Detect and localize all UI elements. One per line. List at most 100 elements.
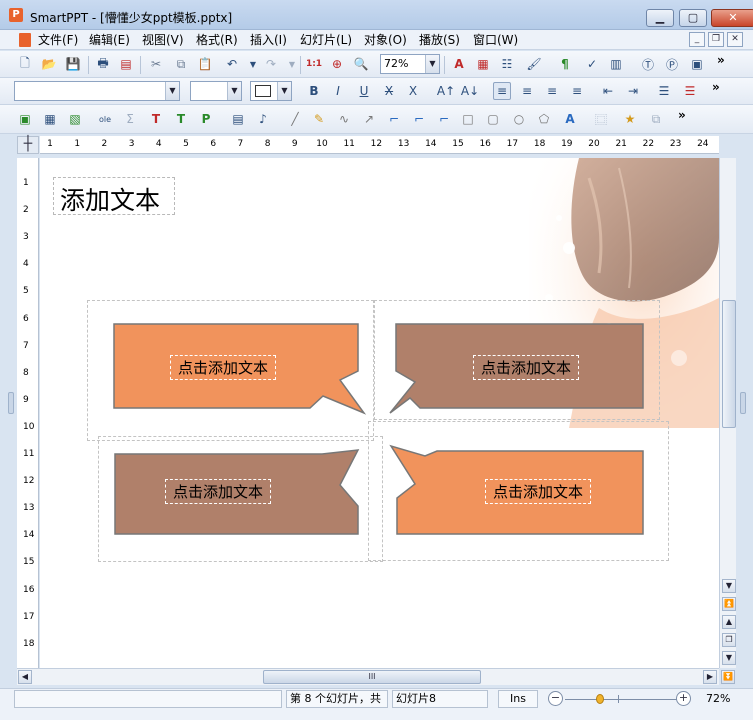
cut-icon[interactable]: ✂ <box>147 55 165 73</box>
bubble-text[interactable]: 点击添加文本 <box>473 355 580 380</box>
list-icon[interactable]: ☷ <box>498 55 516 73</box>
placeholder-icon[interactable]: P <box>197 110 215 128</box>
chart-icon[interactable]: ▥ <box>607 55 625 73</box>
sound-icon[interactable]: ♪ <box>254 110 272 128</box>
insert-image-icon[interactable]: ▦ <box>474 55 492 73</box>
menu-play[interactable]: 播放(S) <box>419 32 460 48</box>
italic-icon[interactable]: I <box>329 82 347 100</box>
chevron-down-icon[interactable]: ▼ <box>165 82 179 100</box>
prev-slide-button[interactable]: ▲ <box>722 615 736 629</box>
toolbar-more-button[interactable]: » <box>678 108 686 122</box>
horizontal-scroll-thumb[interactable]: III <box>263 670 481 684</box>
chevron-down-icon[interactable]: ▼ <box>425 55 439 73</box>
vertical-scroll-thumb[interactable] <box>722 300 736 428</box>
ruler-corner-button[interactable]: ┼ <box>17 136 39 154</box>
increase-indent-icon[interactable]: ⇥ <box>624 82 642 100</box>
text-color-icon[interactable]: A <box>450 55 468 73</box>
strikethrough-icon[interactable]: X <box>380 82 398 100</box>
text-box-icon[interactable]: T <box>147 110 165 128</box>
paragraph-mark-icon[interactable]: ¶ <box>556 55 574 73</box>
zoom-tool-icon[interactable]: ⊕ <box>328 55 346 73</box>
menu-window[interactable]: 窗口(W) <box>473 32 518 48</box>
word-art-icon[interactable]: A <box>561 110 579 128</box>
bullet-list-icon[interactable]: ☰ <box>655 82 673 100</box>
align-center-icon[interactable]: ≡ <box>518 82 536 100</box>
export-pdf-icon[interactable]: ▤ <box>117 55 135 73</box>
vertical-text-icon[interactable]: T <box>172 110 190 128</box>
menu-format[interactable]: 格式(R) <box>196 32 238 48</box>
magnifier-icon[interactable]: 🔍 <box>352 55 370 73</box>
frame-icon[interactable]: ▣ <box>16 110 34 128</box>
package-icon[interactable]: ▣ <box>688 55 706 73</box>
font-shrink-icon[interactable]: A↓ <box>461 82 479 100</box>
print-icon[interactable]: 🖶 <box>94 55 112 73</box>
next-slide-button[interactable]: ▼ <box>722 651 736 665</box>
last-slide-button[interactable]: ⏬ <box>721 670 735 684</box>
align-justify-icon[interactable]: ≡ <box>568 82 586 100</box>
right-panel-grip[interactable] <box>740 392 746 414</box>
scroll-down-button[interactable]: ▼ <box>722 579 736 593</box>
paste-icon[interactable]: 📋 <box>196 55 214 73</box>
ellipse-icon[interactable]: ○ <box>510 110 528 128</box>
font-size-combo[interactable]: ▼ <box>190 81 242 101</box>
mdi-minimize-button[interactable]: _ <box>689 32 705 47</box>
pencil-icon[interactable]: ✎ <box>310 110 328 128</box>
line-color-combo[interactable]: ▼ <box>250 81 292 101</box>
table-icon[interactable]: ▦ <box>41 110 59 128</box>
zoom-combo[interactable]: 72% ▼ <box>380 54 440 74</box>
elbow-connector-icon[interactable]: ⌐ <box>410 110 428 128</box>
rounded-rectangle-icon[interactable]: ▢ <box>484 110 502 128</box>
font-grow-icon[interactable]: A↑ <box>437 82 455 100</box>
first-slide-button[interactable]: ⏫ <box>722 597 736 611</box>
spellcheck-icon[interactable]: ✓ <box>583 55 601 73</box>
align-right-icon[interactable]: ≡ <box>543 82 561 100</box>
menu-object[interactable]: 对象(O) <box>364 32 407 48</box>
rectangle-icon[interactable]: □ <box>459 110 477 128</box>
chevron-down-icon[interactable]: ▼ <box>227 82 241 100</box>
animation-icon[interactable]: ⧉ <box>647 110 665 128</box>
insert-mode[interactable]: Ins <box>498 690 538 708</box>
format-painter-icon[interactable]: 🖌 <box>525 55 543 73</box>
undo-icon[interactable]: ↶ <box>223 55 241 73</box>
arrow-icon[interactable]: ↗ <box>360 110 378 128</box>
new-file-icon[interactable]: 🗋 <box>16 55 34 73</box>
mdi-restore-button[interactable]: ❐ <box>708 32 724 47</box>
copy-icon[interactable]: ⧉ <box>172 55 190 73</box>
curved-connector-icon[interactable]: ⌐ <box>435 110 453 128</box>
clear-format-icon[interactable]: X <box>404 82 422 100</box>
picture-icon[interactable]: ▧ <box>66 110 84 128</box>
open-folder-icon[interactable]: 📂 <box>40 55 58 73</box>
zoom-out-button[interactable]: − <box>548 691 563 706</box>
zoom-slider-thumb[interactable] <box>596 694 604 704</box>
group-icon[interactable]: ⿴ <box>592 110 610 128</box>
connector-icon[interactable]: ⌐ <box>385 110 403 128</box>
template-p-icon[interactable]: Ⓟ <box>663 55 681 73</box>
curve-icon[interactable]: ∿ <box>335 110 353 128</box>
left-panel-grip[interactable] <box>8 392 14 414</box>
redo-dropdown-icon[interactable]: ▼ <box>283 55 301 73</box>
align-left-icon[interactable]: ≡ <box>493 82 511 100</box>
bold-icon[interactable]: B <box>305 82 323 100</box>
toolbar-more-button[interactable]: » <box>712 80 720 94</box>
horizontal-scrollbar[interactable]: ◀ III ▶ <box>17 668 719 685</box>
movie-icon[interactable]: ▤ <box>229 110 247 128</box>
bubble-text[interactable]: 点击添加文本 <box>165 479 272 504</box>
slide-canvas[interactable]: 添加文本 点击添加文本 点击添加文本 点击添加文本 点击添加文本 <box>40 158 719 668</box>
undo-dropdown-icon[interactable]: ▼ <box>244 55 262 73</box>
line-tool-icon[interactable]: ╱ <box>286 110 304 128</box>
zoom-in-button[interactable]: + <box>676 691 691 706</box>
font-name-combo[interactable]: ▼ <box>14 81 180 101</box>
save-icon[interactable]: 💾 <box>64 55 82 73</box>
formula-icon[interactable]: Σ <box>121 110 139 128</box>
star-effects-icon[interactable]: ★ <box>621 110 639 128</box>
menu-file[interactable]: 文件(F) <box>38 32 78 48</box>
scroll-right-button[interactable]: ▶ <box>703 670 717 684</box>
chevron-down-icon[interactable]: ▼ <box>277 82 291 100</box>
numbered-list-icon[interactable]: ☰ <box>681 82 699 100</box>
bubble-text[interactable]: 点击添加文本 <box>170 355 277 380</box>
bubble-text[interactable]: 点击添加文本 <box>485 479 592 504</box>
template-t-icon[interactable]: Ⓣ <box>639 55 657 73</box>
slide-view-button[interactable]: ❐ <box>722 633 736 647</box>
ole-object-icon[interactable]: ole <box>96 110 114 128</box>
zoom-slider-track[interactable] <box>565 699 677 700</box>
